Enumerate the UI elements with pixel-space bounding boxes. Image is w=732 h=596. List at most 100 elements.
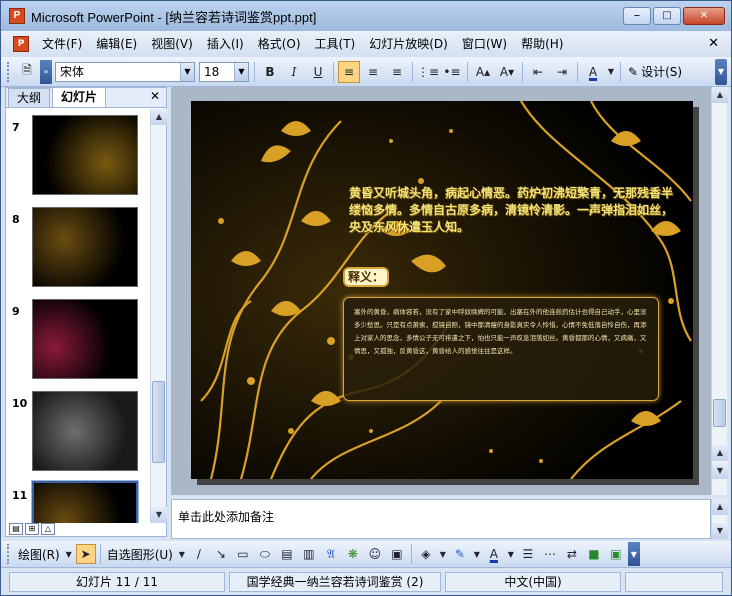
status-bar: 幻灯片 11 / 11 国学经典一纳兰容若诗词鉴赏 (2) 中文(中国) — [1, 567, 731, 595]
scroll-up-icon[interactable]: ▲ — [151, 109, 167, 125]
dash-style-icon[interactable]: ⋯ — [540, 544, 560, 564]
scroll-thumb[interactable] — [152, 381, 165, 463]
slide-scrollbar[interactable]: ▲ ▲ ▼ — [711, 87, 728, 495]
slide-thumbnail[interactable] — [32, 299, 138, 379]
scroll-thumb[interactable] — [713, 399, 726, 427]
thumbnail-scrollbar[interactable]: ▲ ▼ — [150, 109, 167, 523]
current-slide[interactable]: 黄昏又听城头角，病起心情恶。药炉初沸短檠青，无那残香半缕恼多情。多情自古原多病，… — [191, 101, 693, 479]
thumbnail-list: 7 8 9 10 11 — [6, 109, 148, 523]
toolbar-options-icon[interactable]: ▼ — [715, 59, 727, 85]
chevron-down-icon[interactable]: ▼ — [438, 544, 448, 564]
close-pane-icon[interactable]: ✕ — [150, 89, 160, 103]
textbox-icon[interactable]: ▤ — [277, 544, 297, 564]
menu-view[interactable]: 视图(V) — [144, 31, 200, 57]
menu-slideshow[interactable]: 幻灯片放映(D) — [362, 31, 455, 57]
italic-button[interactable]: I — [283, 61, 305, 83]
poem-text[interactable]: 黄昏又听城头角，病起心情恶。药炉初沸短檠青，无那残香半缕恼多情。多情自古原多病，… — [349, 185, 673, 236]
shadow-icon[interactable]: ■ — [584, 544, 604, 564]
drawing-toolbar: 绘图(R) ▼ ➤ 自选图形(U) ▼ ∕ ↘ ▭ ⬭ ▤ ▥ 𝔄 ❋ ☺ ▣ … — [1, 541, 731, 567]
thumbnail-number: 10 — [12, 397, 28, 410]
chevron-down-icon[interactable]: ▼ — [64, 544, 74, 564]
tab-slides[interactable]: 幻灯片 — [52, 87, 107, 107]
menu-window[interactable]: 窗口(W) — [455, 31, 514, 57]
numbering-icon[interactable]: ⋮≡ — [417, 61, 439, 83]
arrow-icon[interactable]: ↘ — [211, 544, 231, 564]
design-button[interactable]: ✎ 设计(S) — [624, 61, 686, 83]
slideshow-view-icon[interactable]: △ — [41, 523, 55, 535]
align-right-icon[interactable]: ≡ — [386, 61, 408, 83]
increase-font-icon[interactable]: A▴ — [472, 61, 494, 83]
font-color-icon[interactable]: A — [484, 544, 504, 564]
scroll-up-icon[interactable]: ▲ — [712, 499, 728, 515]
font-name-select[interactable]: 宋体 ▼ — [55, 61, 195, 82]
scroll-down-icon[interactable]: ▼ — [151, 507, 167, 523]
align-left-icon[interactable]: ≡ — [338, 60, 360, 83]
draw-menu-button[interactable]: 绘图(R) — [15, 546, 63, 563]
powerpoint-app-icon[interactable]: P — [9, 8, 25, 24]
scroll-up-icon[interactable]: ▲ — [712, 87, 728, 103]
chevron-down-icon[interactable]: ▼ — [234, 62, 248, 81]
close-document-icon[interactable]: ✕ — [708, 36, 719, 51]
next-slide-icon[interactable]: ▼ — [712, 463, 728, 479]
bullets-icon[interactable]: •≡ — [441, 61, 463, 83]
chevron-down-icon[interactable]: ▼ — [180, 62, 194, 81]
new-document-icon[interactable]: 🗎 — [16, 61, 38, 83]
chevron-down-icon[interactable]: ▼ — [177, 544, 187, 564]
slide-thumbnail[interactable] — [32, 115, 138, 195]
autoshapes-menu-button[interactable]: 自选图形(U) — [104, 546, 176, 563]
menu-tools[interactable]: 工具(T) — [308, 31, 363, 57]
menu-insert[interactable]: 插入(I) — [200, 31, 251, 57]
scroll-down-icon[interactable]: ▼ — [712, 523, 728, 539]
align-center-icon[interactable]: ≡ — [362, 61, 384, 83]
slide-sorter-view-icon[interactable]: ⊞ — [25, 523, 39, 535]
status-language: 中文(中国) — [445, 571, 621, 592]
slide-thumbnail[interactable] — [32, 391, 138, 471]
document-icon[interactable]: P — [13, 36, 29, 52]
line-icon[interactable]: ∕ — [189, 544, 209, 564]
normal-view-icon[interactable]: ▤ — [9, 523, 23, 535]
minimize-button[interactable]: ⎯ — [623, 7, 651, 25]
maximize-button[interactable]: □ — [653, 7, 681, 25]
chevron-down-icon[interactable]: ▼ — [472, 544, 482, 564]
fill-color-icon[interactable]: ◈ — [416, 544, 436, 564]
bold-button[interactable]: B — [259, 61, 281, 83]
underline-button[interactable]: U — [307, 61, 329, 83]
tab-outline[interactable]: 大纲 — [8, 88, 51, 107]
oval-icon[interactable]: ⬭ — [255, 544, 275, 564]
chevron-down-icon[interactable]: ▼ — [606, 61, 616, 83]
toolbar-options-icon[interactable]: ▼ — [627, 542, 640, 566]
decrease-indent-icon[interactable]: ⇤ — [527, 61, 549, 83]
line-style-icon[interactable]: ☰ — [518, 544, 538, 564]
slide-thumbnail[interactable] — [32, 207, 138, 287]
menu-help[interactable]: 帮助(H) — [514, 31, 570, 57]
vertical-textbox-icon[interactable]: ▥ — [299, 544, 319, 564]
close-window-button[interactable]: ✕ — [683, 7, 725, 25]
annotation-label[interactable]: 释义： — [343, 267, 389, 287]
rectangle-icon[interactable]: ▭ — [233, 544, 253, 564]
menu-format[interactable]: 格式(O) — [251, 31, 308, 57]
select-pointer-icon[interactable]: ➤ — [75, 544, 96, 564]
diagram-icon[interactable]: ❋ — [343, 544, 363, 564]
font-color-icon[interactable]: A — [582, 61, 604, 83]
annotation-box[interactable]: 塞外的黄昏，病体容若，没有了家中呼奴唤婢的可能，出塞在外的他连煎药估计也得自己动… — [343, 297, 659, 401]
arrow-style-icon[interactable]: ⇄ — [562, 544, 582, 564]
decrease-font-icon[interactable]: A▾ — [496, 61, 518, 83]
menu-edit[interactable]: 编辑(E) — [89, 31, 144, 57]
toolbar-grip[interactable] — [7, 544, 11, 564]
wordart-icon[interactable]: 𝔄 — [321, 544, 341, 564]
notes-pane[interactable]: 单击此处添加备注 — [171, 499, 711, 539]
menu-file[interactable]: 文件(F) — [35, 31, 89, 57]
slide-thumbnail-selected[interactable] — [31, 480, 139, 523]
toolbar-grip[interactable] — [7, 61, 11, 82]
chevron-down-icon[interactable]: ▼ — [506, 544, 516, 564]
increase-indent-icon[interactable]: ⇥ — [551, 61, 573, 83]
notes-scrollbar[interactable]: ▲ ▼ — [711, 499, 728, 539]
slides-pane: 大纲 幻灯片 ✕ 7 8 9 10 11 ▲ ▼ — [5, 87, 167, 537]
picture-icon[interactable]: ▣ — [387, 544, 407, 564]
toolbar-options-icon[interactable]: » — [40, 59, 52, 84]
line-color-icon[interactable]: ✎ — [450, 544, 470, 564]
font-size-select[interactable]: 18 ▼ — [199, 61, 249, 82]
clipart-icon[interactable]: ☺ — [365, 544, 385, 564]
previous-slide-icon[interactable]: ▲ — [712, 445, 728, 461]
3d-style-icon[interactable]: ▣ — [606, 544, 626, 564]
